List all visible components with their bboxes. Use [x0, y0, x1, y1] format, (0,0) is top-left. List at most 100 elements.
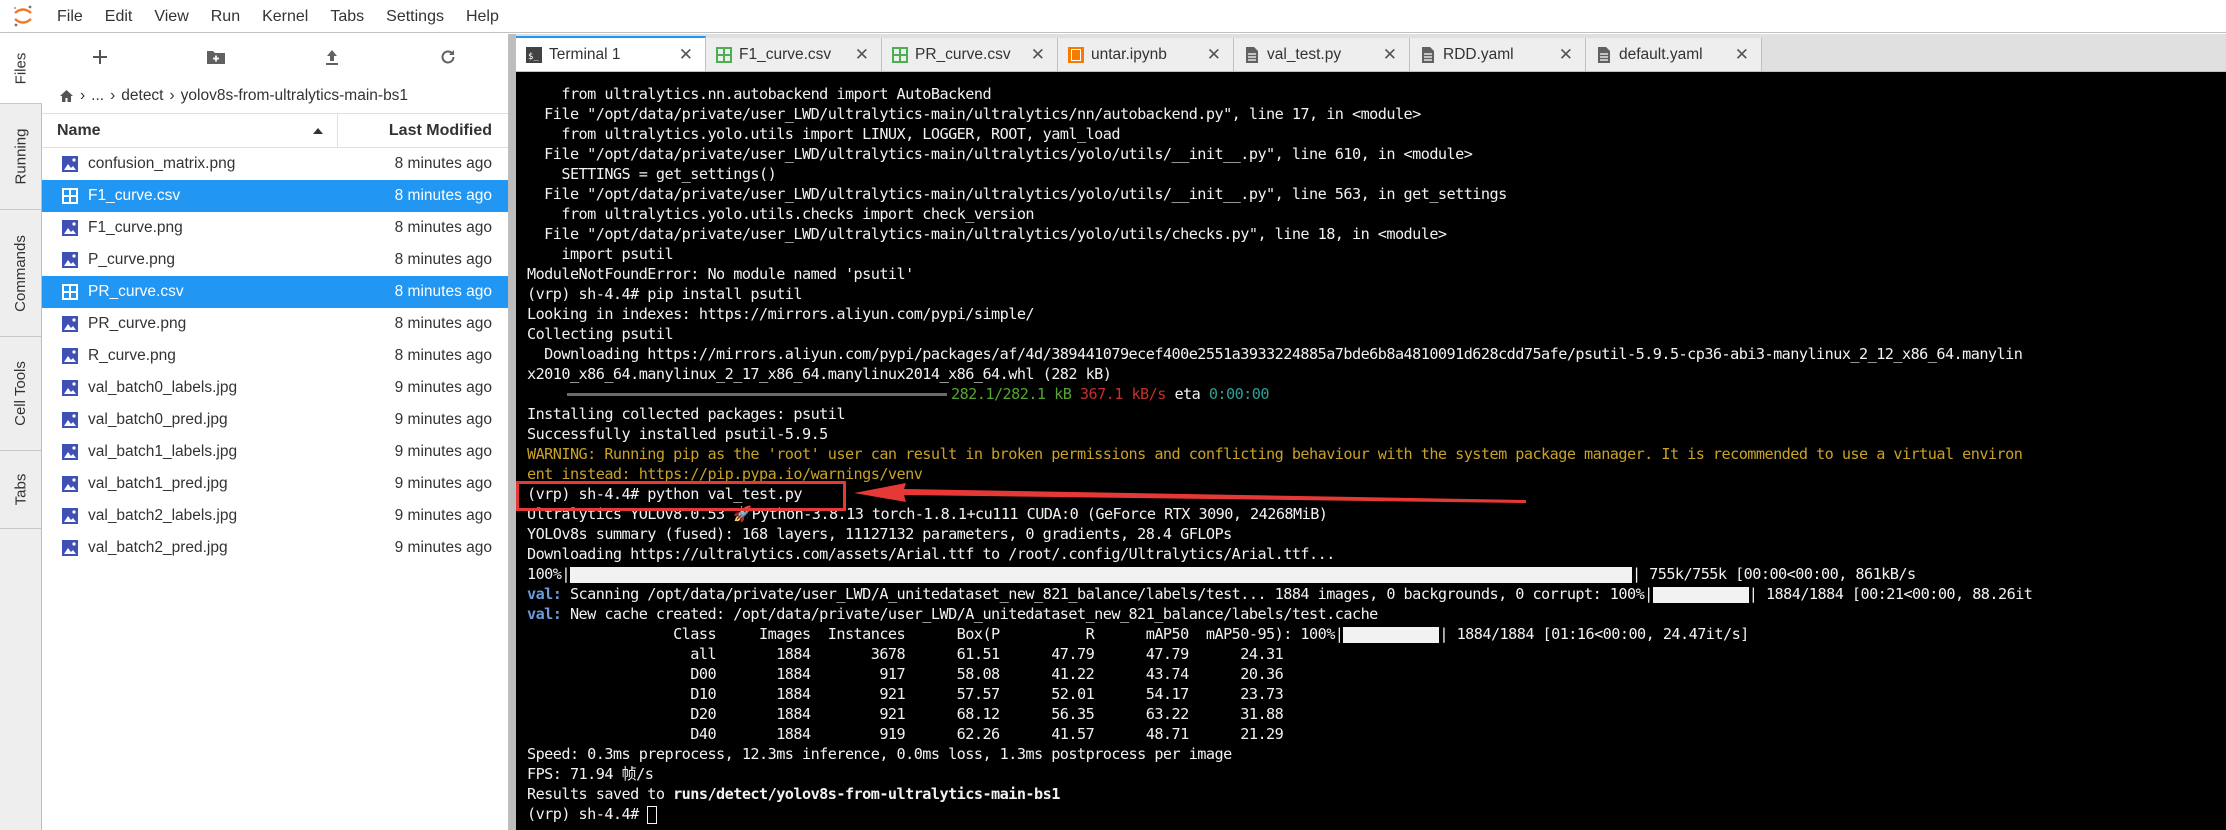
sort-ascending-icon: [313, 127, 323, 134]
tab-val-test-py[interactable]: val_test.py ✕: [1234, 38, 1410, 71]
terminal-line: File "/opt/data/private/user_LWD/ultraly…: [527, 145, 1473, 163]
sidebar-tab-files[interactable]: Files: [0, 34, 42, 104]
tab-default-yaml[interactable]: default.yaml ✕: [1586, 38, 1762, 71]
menu-run[interactable]: Run: [200, 0, 251, 33]
tab-label: Terminal 1: [549, 45, 621, 63]
sidebar-tab-tabs[interactable]: Tabs: [0, 451, 41, 529]
breadcrumb-separator: ›: [110, 87, 116, 104]
fps-line: FPS: 71.94 帧/s: [527, 765, 654, 783]
notebook-icon: [1068, 46, 1084, 63]
file-row[interactable]: val_batch0_pred.jpg 9 minutes ago: [42, 404, 508, 436]
sidebar-tab-cell-tools[interactable]: Cell Tools: [0, 337, 41, 451]
spreadsheet-icon: [62, 188, 78, 204]
image-file-icon: [62, 476, 78, 492]
file-modified: 8 minutes ago: [394, 283, 492, 300]
jupyter-logo-icon: [0, 0, 46, 33]
home-icon[interactable]: [59, 89, 74, 103]
close-icon[interactable]: ✕: [1383, 45, 1397, 65]
file-modified: 9 minutes ago: [394, 443, 492, 460]
terminal-cursor: [647, 805, 658, 824]
new-launcher-button[interactable]: [42, 37, 158, 77]
file-modified: 9 minutes ago: [394, 411, 492, 428]
close-icon[interactable]: ✕: [1559, 45, 1573, 65]
menu-file[interactable]: File: [46, 0, 94, 33]
file-name: val_batch2_labels.jpg: [88, 507, 238, 524]
tab-label: RDD.yaml: [1443, 45, 1514, 63]
close-icon[interactable]: ✕: [679, 45, 693, 65]
file-row[interactable]: F1_curve.png 8 minutes ago: [42, 212, 508, 244]
menu-help[interactable]: Help: [455, 0, 510, 33]
column-last-modified[interactable]: Last Modified: [338, 122, 508, 140]
tab-pr-curve-csv[interactable]: PR_curve.csv ✕: [882, 38, 1058, 71]
prompt-line[interactable]: (vrp) sh-4.4#: [527, 804, 2226, 824]
file-name: val_batch1_pred.jpg: [88, 475, 228, 492]
image-file-icon: [62, 444, 78, 460]
terminal-line: import psutil: [527, 245, 674, 263]
close-icon[interactable]: ✕: [1207, 45, 1221, 65]
panel-splitter[interactable]: [508, 34, 516, 830]
breadcrumb-ellipsis[interactable]: ...: [91, 87, 104, 105]
tabs-container: $_ Terminal 1 ✕ F1_curve.csv ✕ PR_curve.csv ✕ u…: [516, 34, 1762, 71]
close-icon[interactable]: ✕: [855, 45, 869, 65]
new-folder-icon: [207, 50, 225, 64]
file-row[interactable]: F1_curve.csv 8 minutes ago: [42, 180, 508, 212]
metrics-row: all 1884 3678 61.51 47.79 47.79 24.31: [527, 645, 1284, 663]
breadcrumb-detect[interactable]: detect: [121, 87, 163, 105]
tab-untar-ipynb[interactable]: untar.ipynb ✕: [1058, 38, 1234, 71]
terminal-line: Downloading https://ultralytics.com/asse…: [527, 545, 1335, 563]
image-file-icon: [62, 348, 78, 364]
tab-label: untar.ipynb: [1091, 45, 1167, 63]
results-line: Results saved to runs/detect/yolov8s-fro…: [527, 785, 1060, 803]
terminal-line: Downloading https://mirrors.aliyun.com/p…: [527, 345, 2023, 363]
breadcrumb-current[interactable]: yolov8s-from-ultralytics-main-bs1: [181, 87, 408, 105]
file-row[interactable]: val_batch1_labels.jpg 9 minutes ago: [42, 436, 508, 468]
close-icon[interactable]: ✕: [1031, 45, 1045, 65]
refresh-button[interactable]: [390, 37, 506, 77]
column-name[interactable]: Name: [42, 113, 338, 148]
tab-terminal-1[interactable]: $_ Terminal 1 ✕: [516, 36, 706, 71]
sidebar-tab-commands[interactable]: Commands: [0, 210, 41, 337]
file-browser: › ... › detect › yolov8s-from-ultralytic…: [42, 34, 508, 830]
terminal-line: Successfully installed psutil-5.9.5: [527, 425, 828, 443]
metrics-progress-bar: [1343, 626, 1440, 643]
file-row[interactable]: val_batch0_labels.jpg 9 minutes ago: [42, 372, 508, 404]
file-modified: 8 minutes ago: [394, 315, 492, 332]
file-icon: [1244, 46, 1260, 63]
menu-kernel[interactable]: Kernel: [251, 0, 319, 33]
file-modified: 8 minutes ago: [394, 155, 492, 172]
sidebar-tab-running[interactable]: Running: [0, 104, 41, 210]
menu-edit[interactable]: Edit: [94, 0, 144, 33]
file-name: F1_curve.png: [88, 219, 183, 236]
refresh-icon: [441, 49, 455, 63]
breadcrumb-separator: ›: [169, 87, 175, 104]
left-sidebar-tabs: Files Running Commands Cell Tools Tabs: [0, 34, 42, 830]
file-list: confusion_matrix.png 8 minutes ago F1_curv…: [42, 148, 508, 564]
file-row[interactable]: val_batch1_pred.jpg 9 minutes ago: [42, 468, 508, 500]
tab-rdd-yaml[interactable]: RDD.yaml ✕: [1410, 38, 1586, 71]
tab-f1-curve-csv[interactable]: F1_curve.csv ✕: [706, 38, 882, 71]
file-name: confusion_matrix.png: [88, 155, 236, 172]
plus-icon: [93, 49, 107, 64]
terminal-output[interactable]: from ultralytics.nn.autobackend import A…: [516, 72, 2226, 830]
file-row[interactable]: confusion_matrix.png 8 minutes ago: [42, 148, 508, 180]
new-folder-button[interactable]: [158, 37, 274, 77]
menu-settings[interactable]: Settings: [375, 0, 455, 33]
file-modified: 9 minutes ago: [394, 379, 492, 396]
menu-view[interactable]: View: [143, 0, 199, 33]
upload-button[interactable]: [274, 37, 390, 77]
close-icon[interactable]: ✕: [1735, 45, 1749, 65]
image-file-icon: [62, 380, 78, 396]
file-row[interactable]: val_batch2_pred.jpg 9 minutes ago: [42, 532, 508, 564]
terminal-line: (vrp) sh-4.4# pip install psutil: [527, 285, 803, 303]
file-row[interactable]: P_curve.png 8 minutes ago: [42, 244, 508, 276]
file-modified: 8 minutes ago: [394, 219, 492, 236]
terminal-line: ModuleNotFoundError: No module named 'ps…: [527, 265, 914, 283]
file-row[interactable]: PR_curve.csv 8 minutes ago: [42, 276, 508, 308]
file-row[interactable]: val_batch2_labels.jpg 9 minutes ago: [42, 500, 508, 532]
file-row[interactable]: PR_curve.png 8 minutes ago: [42, 308, 508, 340]
file-name: val_batch0_pred.jpg: [88, 411, 228, 428]
file-modified: 8 minutes ago: [394, 251, 492, 268]
file-row[interactable]: R_curve.png 8 minutes ago: [42, 340, 508, 372]
terminal-line: SETTINGS = get_settings(): [527, 165, 777, 183]
menu-tabs[interactable]: Tabs: [319, 0, 375, 33]
